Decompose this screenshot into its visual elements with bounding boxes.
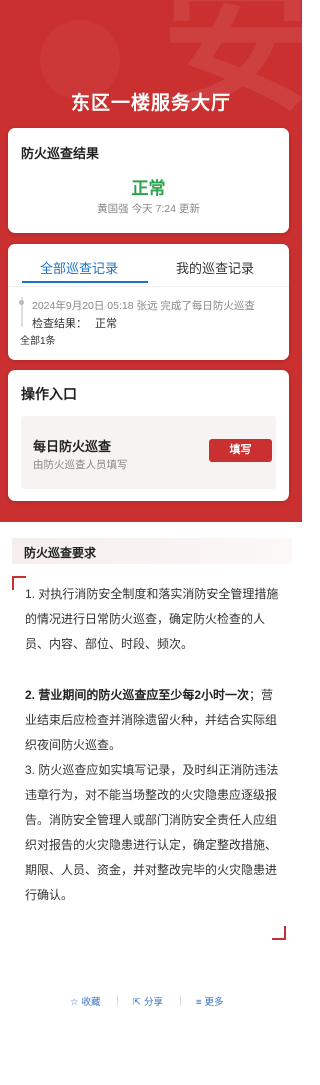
share-button[interactable]: ⇱ 分享: [133, 994, 163, 1008]
favorite-label: 收藏: [81, 997, 101, 1008]
share-label: 分享: [143, 997, 163, 1008]
fill-in-button[interactable]: 填写: [209, 439, 272, 462]
record-result: 检查结果： 正常: [32, 315, 117, 331]
records-total: 全部1条: [20, 336, 56, 347]
footer-separator: [117, 995, 118, 1006]
operation-item-daily-inspection: 每日防火巡查 由防火巡查人员填写 填写: [21, 416, 276, 489]
corner-bracket-bottom-right: [272, 926, 286, 940]
operation-name: 每日防火巡查: [33, 439, 112, 454]
timeline-dot: [19, 300, 24, 305]
active-tab-indicator: [22, 281, 148, 283]
requirement-paragraph-2: 2. 营业期间的防火巡查应至少每2小时一次；营业结束后应检查并消除遗留火种，并结…: [25, 683, 279, 758]
operation-desc: 由防火巡查人员填写: [33, 459, 128, 471]
status-label: 正常: [131, 179, 166, 198]
divider: [8, 286, 289, 287]
result-card-title: 防火巡查结果: [21, 146, 100, 161]
corner-bracket-top-left: [12, 576, 26, 590]
records-tabs: 全部巡查记录 我的巡查记录: [8, 244, 289, 286]
page-title: 东区一楼服务大厅: [70, 93, 231, 114]
footer-actions: ☆ 收藏 ⇱ 分享 ≡ 更多: [0, 992, 302, 1012]
tab-my-records[interactable]: 我的巡查记录: [176, 258, 254, 277]
inspection-result-card: 防火巡查结果 正常 黄国强 今天 7:24 更新: [8, 128, 289, 233]
star-icon: ☆: [70, 997, 79, 1008]
menu-icon: ≡: [196, 997, 202, 1008]
record-result-label: 检查结果：: [32, 318, 87, 330]
requirements-header: 防火巡查要求: [12, 538, 292, 564]
record-item[interactable]: 2024年9月20日 05:18 张远 完成了每日防火巡查: [32, 298, 255, 313]
tab-all-records[interactable]: 全部巡查记录: [40, 258, 118, 277]
record-result-value: 正常: [95, 318, 117, 330]
more-label: 更多: [204, 997, 224, 1008]
requirement-paragraph-3: 3. 防火巡查应如实填写记录，及时纠正消防违法违章行为，对不能当场整改的火灾隐患…: [25, 763, 279, 902]
requirement-paragraph-1: 1. 对执行消防安全制度和落实消防安全管理措施的情况进行日常防火巡查，确定防火检…: [25, 587, 279, 651]
inspection-records-card: 全部巡查记录 我的巡查记录 2024年9月20日 05:18 张远 完成了每日防…: [8, 244, 289, 360]
operations-title: 操作入口: [21, 386, 77, 402]
favorite-button[interactable]: ☆ 收藏: [70, 994, 101, 1008]
footer-separator: [180, 995, 181, 1006]
requirements-title: 防火巡查要求: [24, 546, 97, 560]
requirement-2-emphasis: 2. 营业期间的防火巡查应至少每2小时一次: [25, 688, 250, 702]
more-button[interactable]: ≡ 更多: [196, 994, 224, 1008]
operations-card: 操作入口 每日防火巡查 由防火巡查人员填写 填写: [8, 370, 289, 501]
updated-info: 黄国强 今天 7:24 更新: [97, 203, 200, 215]
share-icon: ⇱: [133, 997, 141, 1008]
